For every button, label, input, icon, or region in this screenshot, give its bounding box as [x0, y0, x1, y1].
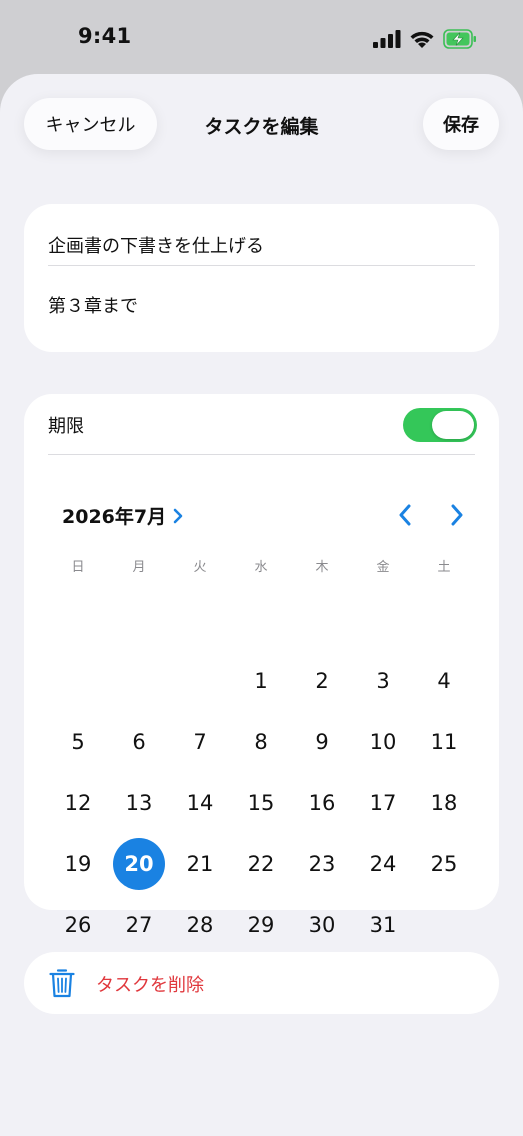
calendar-day[interactable]: 6 [113, 716, 165, 768]
status-time: 9:41 [78, 24, 132, 48]
calendar-day[interactable]: 31 [357, 899, 409, 951]
calendar-day[interactable]: 25 [418, 838, 470, 890]
calendar-day[interactable]: 27 [113, 899, 165, 951]
deadline-toggle[interactable] [403, 408, 477, 442]
calendar-day[interactable]: 15 [235, 777, 287, 829]
chevron-left-icon [399, 504, 411, 526]
task-title-field[interactable]: 企画書の下書きを仕上げる [48, 224, 475, 266]
calendar-day[interactable]: 9 [296, 716, 348, 768]
task-details-card: 企画書の下書きを仕上げる 第３章まで [24, 204, 499, 352]
edit-task-sheet: キャンセル タスクを編集 保存 企画書の下書きを仕上げる 第３章まで 期限 20… [0, 74, 523, 1136]
calendar-day[interactable]: 4 [418, 655, 470, 707]
calendar-day[interactable]: 22 [235, 838, 287, 890]
month-label: 2026年7月 [62, 506, 167, 528]
previous-month-button[interactable] [390, 500, 420, 530]
calendar-day[interactable]: 10 [357, 716, 409, 768]
deadline-label: 期限 [48, 416, 84, 437]
calendar-day-selected[interactable]: 20 [113, 838, 165, 890]
next-month-button[interactable] [442, 500, 472, 530]
calendar-day[interactable]: 30 [296, 899, 348, 951]
battery-charging-icon [443, 29, 476, 49]
task-notes-field[interactable]: 第３章まで [48, 284, 475, 326]
calendar-day[interactable]: 14 [174, 777, 226, 829]
calendar-day[interactable]: 29 [235, 899, 287, 951]
weekday-label: 木 [315, 560, 329, 575]
divider [48, 265, 475, 266]
weekday-label: 日 [71, 560, 85, 575]
save-button[interactable]: 保存 [423, 98, 499, 150]
calendar-day[interactable]: 24 [357, 838, 409, 890]
weekday-label: 火 [193, 560, 207, 575]
wifi-icon [410, 31, 434, 48]
chevron-right-icon [173, 508, 183, 523]
status-bar: 9:41 [0, 0, 523, 76]
delete-task-label: タスクを削除 [96, 975, 204, 996]
calendar-day[interactable]: 1 [235, 655, 287, 707]
toggle-knob [432, 411, 474, 439]
trash-icon [49, 969, 75, 998]
deadline-card: 期限 2026年7月 日 月 火 水 木 金 土 1 2 3 4 5 6 7 8 9 10 … [24, 394, 499, 937]
calendar-day[interactable]: 18 [418, 777, 470, 829]
status-icons [373, 27, 477, 51]
divider [48, 454, 475, 455]
calendar-day[interactable]: 28 [174, 899, 226, 951]
calendar-day[interactable]: 3 [357, 655, 409, 707]
calendar-day[interactable]: 5 [52, 716, 104, 768]
calendar-day[interactable]: 12 [52, 777, 104, 829]
calendar-day[interactable]: 16 [296, 777, 348, 829]
weekday-label: 月 [132, 560, 146, 575]
weekday-label: 水 [254, 560, 268, 575]
calendar-day[interactable]: 11 [418, 716, 470, 768]
signal-icon [373, 30, 401, 48]
delete-task-button[interactable]: タスクを削除 [24, 952, 499, 1014]
calendar-day[interactable]: 2 [296, 655, 348, 707]
calendar-day[interactable]: 26 [52, 899, 104, 951]
calendar-day[interactable]: 17 [357, 777, 409, 829]
calendar-day[interactable]: 8 [235, 716, 287, 768]
calendar-day[interactable]: 7 [174, 716, 226, 768]
month-picker-button[interactable]: 2026年7月 [62, 502, 184, 529]
calendar-day[interactable]: 21 [174, 838, 226, 890]
calendar-day[interactable]: 23 [296, 838, 348, 890]
calendar-day[interactable]: 19 [52, 838, 104, 890]
screen: 9:41 キャンセル タスクを編集 保存 企画書の下書きを仕上げる 第３章まで … [0, 0, 523, 1136]
chevron-right-icon [451, 504, 463, 526]
calendar-day[interactable]: 13 [113, 777, 165, 829]
weekday-label: 金 [376, 560, 390, 575]
weekday-label: 土 [437, 560, 451, 575]
